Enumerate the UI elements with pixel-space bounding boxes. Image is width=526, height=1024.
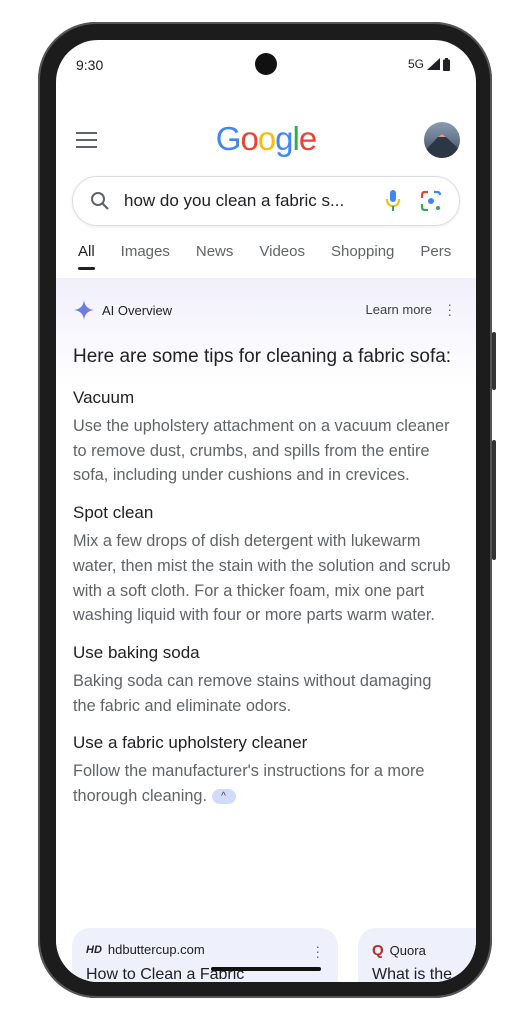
card-title: What is the xyxy=(372,966,453,982)
volume-button xyxy=(492,440,496,560)
card-more-icon[interactable]: · · · xyxy=(315,939,320,963)
collapse-chevron-icon[interactable]: ^ xyxy=(211,789,236,805)
section-body: Baking soda can remove stains without da… xyxy=(73,671,432,715)
ai-overview-content: Here are some tips for cleaning a fabric… xyxy=(73,344,458,823)
section-body-last: Follow the manufacturer's instructions f… xyxy=(73,759,458,808)
gesture-nav-bar[interactable] xyxy=(211,967,321,971)
card-source: HD hdbuttercup.com xyxy=(86,942,205,957)
section-body: Use the upholstery attachment on a vacuu… xyxy=(73,417,450,485)
status-time: 9:30 xyxy=(76,57,104,73)
search-input[interactable]: how do you clean a fabric s... xyxy=(72,176,460,226)
tab-shopping[interactable]: Shopping xyxy=(331,243,394,260)
avatar[interactable] xyxy=(424,122,460,158)
gemini-sparkle-icon xyxy=(74,300,94,320)
google-lens-icon[interactable] xyxy=(420,190,442,212)
microphone-icon[interactable] xyxy=(386,190,400,212)
card-source: Q Quora xyxy=(372,942,426,959)
tab-images[interactable]: Images xyxy=(121,243,170,260)
network-label: 5G xyxy=(407,57,424,71)
card-source-name: hdbuttercup.com xyxy=(107,942,205,957)
battery-icon xyxy=(443,57,450,71)
card-source-name: Quora xyxy=(389,943,426,958)
ai-headline: Here are some tips for cleaning a fabric… xyxy=(73,346,452,367)
hdbuttercup-logo-icon: HD xyxy=(86,943,102,956)
section-title: Vacuum xyxy=(73,388,135,407)
section-title: Use baking soda xyxy=(73,642,200,662)
section-title: Use a fabric upholstery cleaner xyxy=(73,733,308,753)
search-tabs: All Images News Videos Shopping Pers xyxy=(78,243,476,270)
tab-perspectives[interactable]: Pers xyxy=(420,243,451,260)
source-card[interactable]: HD hdbuttercup.com · · · How to Clean a Fa… xyxy=(72,928,338,982)
camera-cutout xyxy=(255,53,277,75)
section-body: Mix a few drops of dish detergent with l… xyxy=(73,532,451,625)
tab-videos[interactable]: Videos xyxy=(259,243,305,260)
more-options-icon[interactable]: · · · xyxy=(447,297,452,321)
ai-overview-title: AI Overview xyxy=(102,302,173,318)
quora-logo-icon: Q xyxy=(372,942,384,959)
ai-overview-header: AI Overview xyxy=(74,300,172,320)
learn-more-link[interactable]: Learn more xyxy=(366,302,432,317)
search-query: how do you clean a fabric s... xyxy=(124,191,345,210)
phone-screen: 9:30 5G Google how do you clean a fabric… xyxy=(56,40,476,982)
ai-overview-panel: AI Overview Learn more · · · Here are some… xyxy=(56,278,476,978)
section-body-text: Follow the manufacturer's instructions f… xyxy=(73,762,425,806)
source-card[interactable]: Q Quora What is the xyxy=(358,928,476,982)
google-logo: Google xyxy=(215,120,317,157)
signal-icon xyxy=(427,58,440,70)
search-icon xyxy=(91,192,109,210)
section-title: Spot clean xyxy=(73,503,154,523)
status-icons: 5G xyxy=(408,57,450,71)
power-button xyxy=(492,332,496,390)
tab-all[interactable]: All xyxy=(78,243,95,270)
tab-news[interactable]: News xyxy=(196,243,234,260)
